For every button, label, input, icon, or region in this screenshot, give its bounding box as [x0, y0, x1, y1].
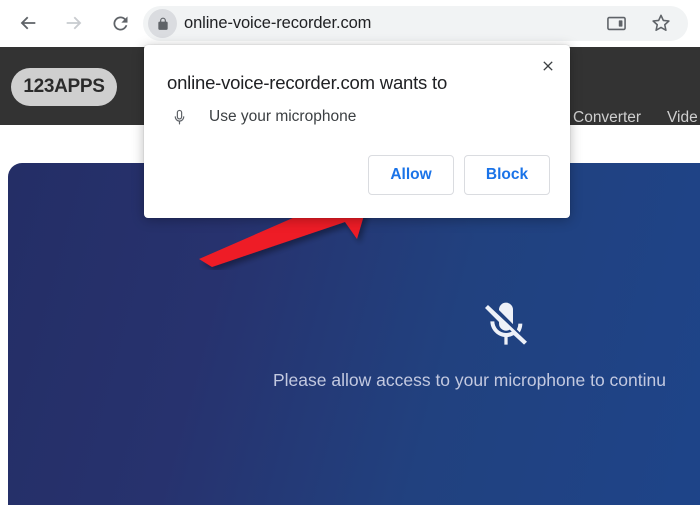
close-icon: [543, 61, 553, 71]
permission-row: Use your microphone: [168, 105, 356, 129]
back-button[interactable]: [13, 8, 43, 38]
address-bar-text[interactable]: online-voice-recorder.com: [184, 6, 371, 41]
star-icon: [652, 14, 670, 32]
site-nav-item-video[interactable]: Vide: [667, 109, 698, 127]
microphone-muted-icon: [485, 302, 527, 345]
allow-button[interactable]: Allow: [368, 155, 454, 195]
permission-prompt-message: Please allow access to your microphone t…: [273, 370, 666, 390]
screenshot-root: online-voice-recorder.com 123APPS Conver…: [0, 0, 700, 505]
microphone-icon-glyph: [174, 109, 184, 124]
bookmark-button[interactable]: [646, 8, 676, 38]
arrow-left-icon: [20, 16, 36, 30]
arrow-right-icon: [66, 16, 82, 30]
reload-icon: [112, 15, 127, 30]
site-logo[interactable]: 123APPS: [11, 68, 117, 106]
permission-dialog: online-voice-recorder.com wants to Use y…: [144, 45, 570, 218]
permission-label: Use your microphone: [209, 108, 357, 125]
lock-icon: [157, 17, 168, 30]
forward-button: [59, 8, 89, 38]
close-button[interactable]: [535, 53, 561, 79]
microphone-icon: [168, 105, 190, 129]
site-info-button[interactable]: [148, 9, 177, 38]
browser-toolbar: online-voice-recorder.com: [0, 0, 700, 47]
reload-button[interactable]: [105, 8, 135, 38]
cast-icon: [606, 16, 626, 30]
site-logo-text: 123APPS: [23, 76, 105, 97]
cast-button[interactable]: [602, 9, 630, 37]
dialog-title: online-voice-recorder.com wants to: [167, 72, 448, 93]
block-button[interactable]: Block: [464, 155, 550, 195]
site-nav-item-converter[interactable]: Converter: [573, 109, 641, 127]
